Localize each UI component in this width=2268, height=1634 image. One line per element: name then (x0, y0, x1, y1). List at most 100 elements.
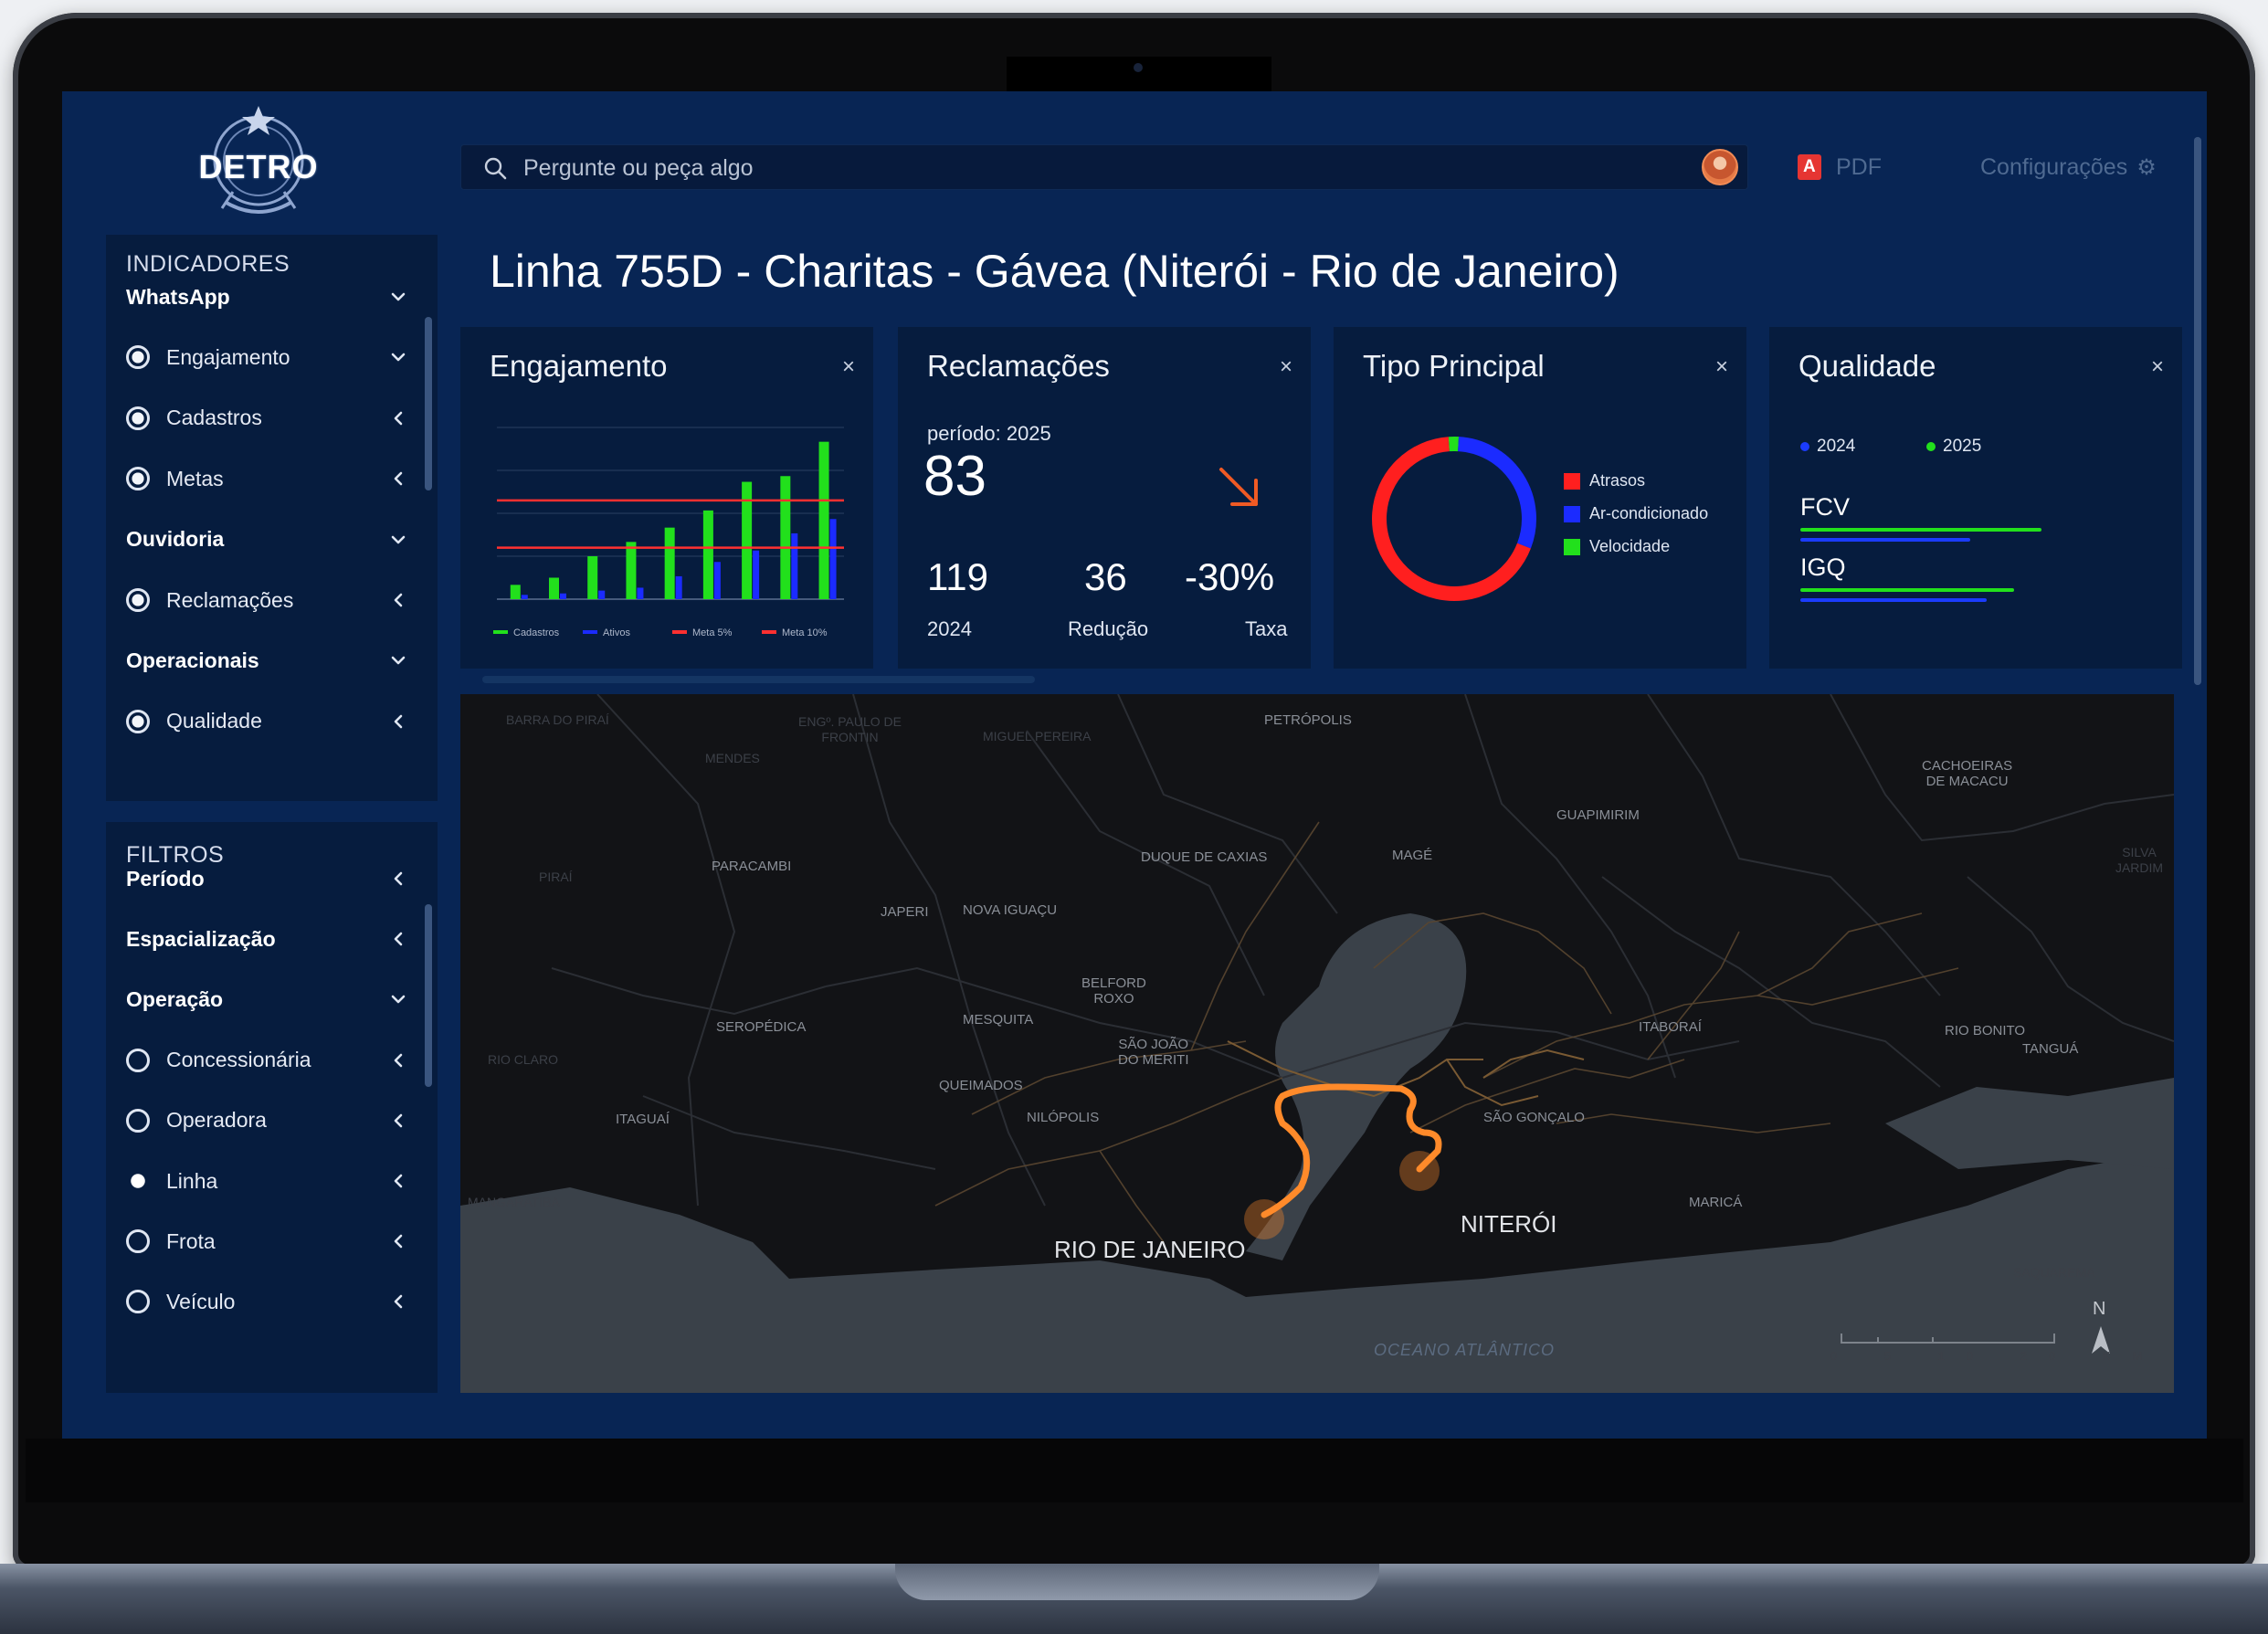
quality-igq-bar-2025 (1800, 588, 2014, 592)
legend-swatch-ar-condicionado (1564, 506, 1580, 522)
quality-close-icon[interactable]: × (2151, 354, 2164, 380)
sidebar-item-reclamacoes[interactable]: Reclamações (126, 582, 409, 618)
map-label-cachoeiras-de-macacu: CACHOEIRAS DE MACACU (1922, 758, 2013, 789)
route-map[interactable]: Barra do Piraí Engº. Paulo de Frontin Migu… (460, 694, 2174, 1393)
bar-ativos-1 (521, 595, 528, 599)
sidebar-label-metas: Metas (166, 466, 224, 490)
bar-cadastros-6 (702, 510, 713, 599)
bar-cadastros-3 (587, 556, 598, 599)
quality-legend-2025: 2025 (1926, 437, 1981, 457)
complaints-count: 83 (923, 445, 986, 508)
cards-horizontal-scrollbar[interactable] (482, 676, 1035, 683)
pdf-export-button[interactable]: PDF (1798, 146, 1882, 188)
radio-veiculo[interactable] (126, 1290, 150, 1314)
map-label-itaborai: ITABORAÍ (1639, 1019, 1702, 1035)
indicators-title: INDICADORES (126, 251, 290, 277)
chevron-down-icon (391, 535, 406, 543)
map-label-paracambi: PARACAMBI (712, 859, 792, 874)
legend-swatch-velocidade (1564, 539, 1580, 555)
quality-card: Qualidade × 2024 2025 FCV IGQ (1769, 327, 2182, 669)
complaints-2024-value: 119 (927, 555, 988, 598)
map-label-eng-paulo-de-frontin: Engº. Paulo de Frontin (798, 714, 902, 744)
map-north-label: N (2093, 1299, 2106, 1319)
radio-engajamento[interactable] (126, 345, 150, 370)
sidebar-section-periodo[interactable]: Período (126, 860, 409, 897)
search-input[interactable] (523, 145, 1656, 191)
trend-down-arrow-icon (1219, 468, 1258, 506)
sidebar-section-espacializacao[interactable]: Espacialização (126, 921, 409, 957)
app-screen: DETRO PDF Configurações ⚙ INDICADORES Wh… (62, 91, 2207, 1439)
bar-ativos-8 (791, 532, 798, 599)
sidebar-label-engajamento: Engajamento (166, 344, 290, 369)
bar-ativos-5 (675, 575, 682, 599)
complaints-card-title: Reclamações (927, 349, 1110, 383)
bar-cadastros-5 (664, 527, 675, 599)
map-label-nova-iguacu: NOVA IGUAÇU (963, 902, 1058, 918)
quality-legend-2024-label: 2024 (1817, 437, 1856, 456)
indicators-panel-scrollbar[interactable] (425, 317, 432, 490)
map-label-petropolis: PETRÓPOLIS (1264, 712, 1352, 728)
legend-label-velocidade: Velocidade (1589, 537, 1671, 555)
sidebar-label-concessionaria: Concessionária (166, 1048, 311, 1072)
sidebar-item-cadastros[interactable]: Cadastros (126, 400, 409, 437)
bar-ativos-3 (598, 590, 606, 599)
settings-label: Configurações (1980, 153, 2128, 180)
radio-reclamacoes[interactable] (126, 588, 150, 612)
radio-qualidade[interactable] (126, 709, 150, 733)
sidebar-item-concessionaria[interactable]: Concessionária (126, 1042, 409, 1079)
sidebar-item-metas[interactable]: Metas (126, 460, 409, 497)
filters-panel-scrollbar[interactable] (425, 904, 432, 1087)
sidebar-section-operacao[interactable]: Operação (126, 981, 409, 1017)
pdf-label: PDF (1836, 153, 1882, 180)
bar-cadastros-1 (510, 585, 521, 599)
main-type-card: Tipo Principal × Atrasos Ar-condicionado… (1334, 327, 1746, 669)
bar-ativos-6 (713, 562, 721, 599)
sidebar-item-veiculo[interactable]: Veículo (126, 1283, 409, 1320)
radio-cadastros[interactable] (126, 406, 150, 430)
sidebar-item-frota[interactable]: Frota (126, 1223, 409, 1260)
map-label-sao-goncalo: SÃO GONÇALO (1483, 1110, 1585, 1125)
map-label-barra-do-pirai: Barra do Piraí (506, 712, 609, 727)
user-avatar[interactable] (1702, 149, 1738, 185)
quality-legend-2024: 2024 (1800, 437, 1855, 457)
quality-card-title: Qualidade (1799, 349, 1936, 383)
settings-button[interactable]: Configurações ⚙ (1980, 146, 2157, 188)
sidebar-label-whatsapp: WhatsApp (126, 284, 230, 309)
quality-legend-2025-label: 2025 (1943, 437, 1982, 456)
sidebar-item-operadora[interactable]: Operadora (126, 1102, 409, 1139)
radio-frota[interactable] (126, 1229, 150, 1254)
sidebar-item-engajamento[interactable]: Engajamento (126, 339, 409, 375)
chevron-down-icon (391, 657, 406, 665)
search-icon (484, 157, 507, 180)
camera-lens (1134, 63, 1143, 72)
bar-cadastros-2 (549, 577, 559, 599)
sidebar-section-operacionais[interactable]: Operacionais (126, 642, 409, 679)
radio-concessionaria[interactable] (126, 1048, 150, 1072)
map-label-rio-bonito: RIO BONITO (1945, 1023, 2026, 1038)
complaints-reduction-caption: Redução (1068, 617, 1149, 640)
main-type-close-icon[interactable]: × (1715, 354, 1728, 380)
sidebar-item-qualidade[interactable]: Qualidade (126, 703, 409, 740)
search-bar[interactable] (460, 144, 1748, 191)
complaints-close-icon[interactable]: × (1280, 354, 1292, 380)
map-label-itaguai: ITAGUAÍ (616, 1112, 670, 1127)
chevron-left-icon (394, 593, 403, 607)
laptop-bezel-bottom (26, 1439, 2243, 1502)
chevron-left-icon (394, 714, 403, 729)
detro-logo: DETRO (185, 100, 332, 228)
radio-operadora[interactable] (126, 1108, 150, 1133)
radio-linha[interactable] (126, 1169, 150, 1193)
quality-fcv-bar-2025 (1800, 528, 2041, 532)
chart-legend-label-ativos: Ativos (603, 627, 630, 638)
chevron-down-icon (391, 353, 406, 362)
radio-metas[interactable] (126, 467, 150, 491)
sidebar-section-ouvidoria[interactable]: Ouvidoria (126, 522, 409, 558)
sidebar-section-whatsapp[interactable]: WhatsApp (126, 279, 409, 315)
donut-slice-ar-condicionado (1457, 437, 1536, 549)
map-label-tangua: TANGUÁ (2022, 1041, 2079, 1057)
gear-icon: ⚙ (2136, 154, 2157, 180)
page-scrollbar-thumb[interactable] (2194, 137, 2201, 685)
sidebar-item-linha[interactable]: Linha (126, 1163, 409, 1199)
chevron-left-icon (394, 471, 403, 486)
bar-ativos-4 (637, 587, 644, 599)
